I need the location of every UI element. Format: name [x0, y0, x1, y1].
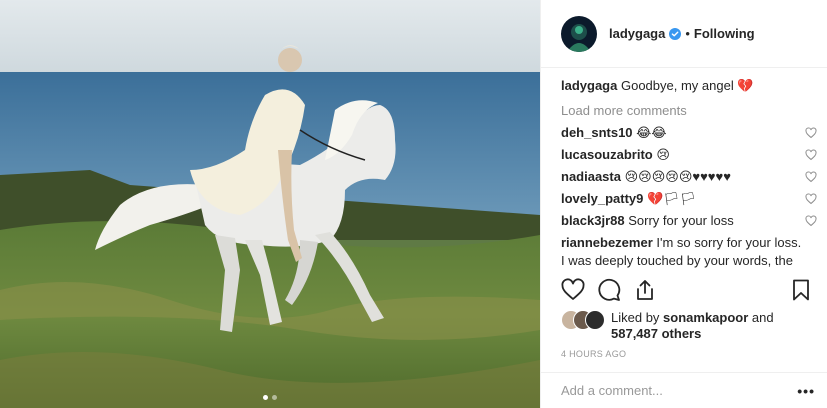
comment-username[interactable]: riannebezemer [561, 235, 653, 250]
comment-row: riannebezemer I'm so sorry for your loss… [561, 234, 817, 270]
post-timestamp[interactable]: 4 HOURS AGO [561, 349, 626, 359]
comment-username[interactable]: deh_snts10 [561, 125, 633, 140]
comment-row: lovely_patty9 💔🏳🏳 [561, 190, 817, 208]
post-username[interactable]: ladygaga [609, 26, 665, 41]
comment-input[interactable] [561, 383, 761, 398]
likes-text: Liked by sonamkapoor and 587,487 others [611, 310, 774, 342]
liker-avatar[interactable] [585, 310, 605, 330]
post-header: ladygaga • Following [541, 0, 827, 68]
share-icon[interactable] [633, 278, 657, 302]
comment-username[interactable]: lovely_patty9 [561, 191, 643, 206]
caption-username[interactable]: ladygaga [561, 78, 617, 93]
comment-text: 😢😢😢😢😢♥♥♥♥♥ [624, 169, 731, 184]
likes-prefix: Liked by [611, 310, 660, 325]
header-separator: • [685, 26, 690, 41]
comment-row: black3jr88 Sorry for your loss [561, 212, 817, 230]
carousel-dot-active[interactable] [263, 395, 268, 400]
comment-text: 😢 [656, 147, 670, 162]
comment-like-heart-icon[interactable] [805, 215, 817, 227]
comment-text: Sorry for your loss [628, 213, 734, 228]
comment-username[interactable]: lucasouzabrito [561, 147, 653, 162]
verified-badge-icon [669, 27, 682, 40]
comment-username[interactable]: black3jr88 [561, 213, 625, 228]
comment-row: lucasouzabrito 😢 [561, 146, 817, 164]
liker-username[interactable]: sonamkapoor [663, 310, 748, 325]
comment-row: deh_snts10 😂😂 [561, 124, 817, 142]
carousel-indicator [0, 395, 540, 400]
post-sidebar: ladygaga • Following ladygaga Goodbye, m… [540, 0, 827, 408]
comment-text: 😂😂 [636, 125, 667, 140]
caption-text: Goodbye, my angel 💔 [620, 78, 754, 93]
likes-summary: Liked by sonamkapoor and 587,487 others [561, 310, 811, 342]
more-options-icon[interactable]: ••• [797, 383, 815, 399]
carousel-dot[interactable] [272, 395, 277, 400]
comment-icon[interactable] [597, 278, 621, 302]
comment-like-heart-icon[interactable] [805, 193, 817, 205]
likes-middle: and [751, 310, 774, 325]
bookmark-icon[interactable] [789, 278, 813, 302]
heart-icon[interactable] [561, 278, 585, 302]
liker-avatars [561, 310, 605, 330]
load-more-comments-button[interactable]: Load more comments [561, 102, 817, 120]
instagram-post: ladygaga • Following ladygaga Goodbye, m… [0, 0, 827, 408]
comments-list: ladygaga Goodbye, my angel 💔 Load more c… [561, 76, 817, 270]
comment-row: nadiaasta 😢😢😢😢😢♥♥♥♥♥ [561, 168, 817, 186]
likes-count[interactable]: 587,487 others [611, 326, 701, 341]
comment-text: 💔🏳🏳 [647, 191, 697, 206]
following-button[interactable]: Following [694, 26, 755, 41]
avatar[interactable] [561, 15, 597, 52]
post-caption: ladygaga Goodbye, my angel 💔 [561, 77, 817, 95]
comment-username[interactable]: nadiaasta [561, 169, 621, 184]
comment-like-heart-icon[interactable] [805, 149, 817, 161]
comment-like-heart-icon[interactable] [805, 171, 817, 183]
post-actions [561, 278, 817, 306]
post-photo[interactable] [0, 0, 540, 408]
add-comment-bar: ••• [541, 372, 827, 408]
horse-rider-photo [0, 0, 540, 408]
comment-like-heart-icon[interactable] [805, 127, 817, 139]
